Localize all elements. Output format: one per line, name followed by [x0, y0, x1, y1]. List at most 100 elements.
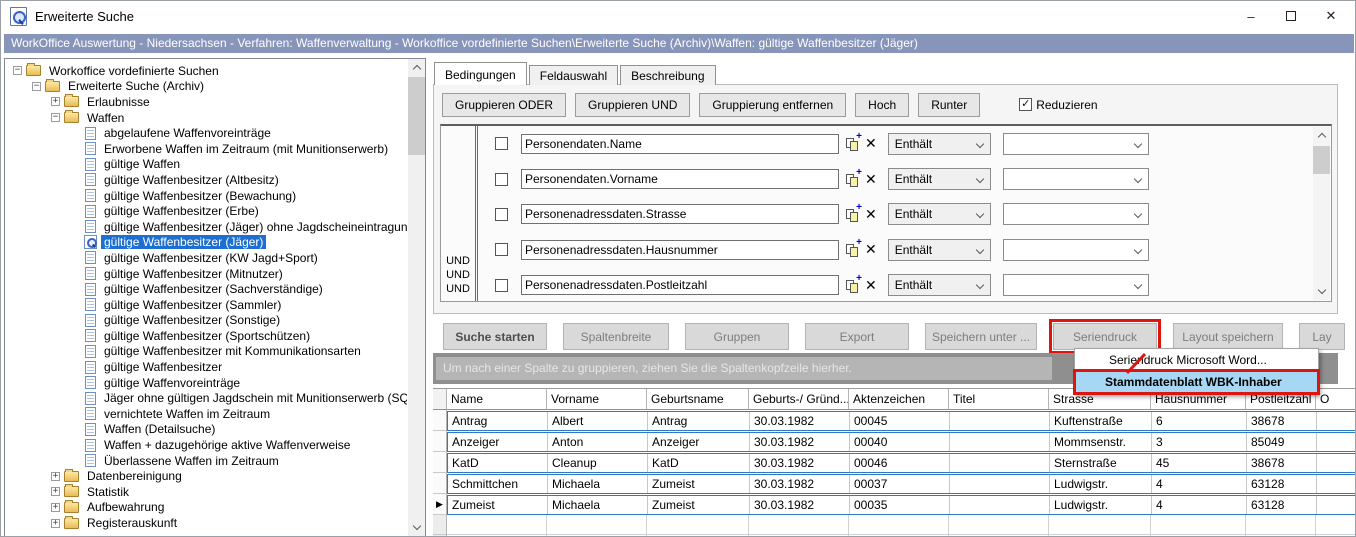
- scroll-up-icon[interactable]: [408, 59, 425, 76]
- tree-item-label[interactable]: gültige Waffenbesitzer (Altbesitz): [101, 173, 282, 187]
- condition-field-input[interactable]: [521, 275, 839, 295]
- tree-item[interactable]: +Datenbereinigung: [5, 468, 407, 484]
- value-select[interactable]: [1003, 168, 1149, 190]
- tree-item[interactable]: +Statistik: [5, 484, 407, 500]
- condition-checkbox[interactable]: [495, 208, 508, 221]
- tree-item[interactable]: gültige Waffenvoreinträge: [5, 375, 407, 391]
- tree-scrollbar[interactable]: [408, 59, 425, 536]
- export-button[interactable]: Export: [805, 323, 909, 350]
- collapse-expander-icon[interactable]: −: [51, 113, 60, 122]
- row-selector-cell[interactable]: [433, 431, 447, 452]
- suche-starten-button[interactable]: Suche starten: [443, 323, 547, 350]
- collapse-expander-icon[interactable]: −: [13, 66, 22, 75]
- tree-item-label[interactable]: gültige Waffenbesitzer (Mitnutzer): [101, 267, 286, 281]
- expand-expander-icon[interactable]: +: [51, 519, 60, 528]
- operator-select[interactable]: Enthält: [888, 274, 991, 296]
- gruppierung-entfernen-button[interactable]: Gruppierung entfernen: [699, 93, 846, 117]
- delete-condition-icon[interactable]: ✕: [865, 135, 877, 152]
- expand-expander-icon[interactable]: +: [51, 503, 60, 512]
- delete-condition-icon[interactable]: ✕: [865, 241, 877, 258]
- condition-checkbox[interactable]: [495, 137, 508, 150]
- tree-item[interactable]: gültige Waffen: [5, 157, 407, 173]
- tree-item-label[interactable]: gültige Waffenbesitzer (Jäger) ohne Jagd…: [101, 220, 407, 234]
- tree-item-label[interactable]: vernichtete Waffen im Zeitraum: [101, 407, 273, 421]
- tab-feldauswahl[interactable]: Feldauswahl: [529, 65, 618, 85]
- column-header[interactable]: O: [1316, 389, 1356, 410]
- runter-button[interactable]: Runter: [918, 93, 980, 117]
- tree-item-label[interactable]: gültige Waffenbesitzer (Sportschützen): [101, 329, 313, 343]
- tree-item-label[interactable]: abgelaufene Waffenvoreinträge: [101, 126, 274, 140]
- delete-condition-icon[interactable]: ✕: [865, 277, 877, 294]
- reduce-checkbox[interactable]: ✓: [1019, 98, 1032, 111]
- seriendruck-button[interactable]: Seriendruck: [1053, 323, 1157, 350]
- add-copy-icon[interactable]: +: [845, 241, 862, 258]
- column-header[interactable]: Geburts-/ Gründ...: [749, 389, 849, 410]
- current-row-marker[interactable]: ▶: [433, 494, 447, 515]
- gruppen-button[interactable]: Gruppen: [685, 323, 789, 350]
- tree-item[interactable]: gültige Waffenbesitzer (Sammler): [5, 297, 407, 313]
- add-copy-icon[interactable]: +: [845, 277, 862, 294]
- collapse-expander-icon[interactable]: −: [32, 82, 41, 91]
- column-header[interactable]: Geburtsname: [647, 389, 749, 410]
- scroll-down-icon[interactable]: [408, 519, 425, 536]
- tree-item-label[interactable]: Waffen + dazugehörige aktive Waffenverwe…: [101, 438, 353, 452]
- operator-select[interactable]: Enthält: [888, 168, 991, 190]
- tree-item[interactable]: gültige Waffenbesitzer (Bewachung): [5, 188, 407, 204]
- tree-item[interactable]: gültige Waffenbesitzer (Jäger): [5, 235, 407, 251]
- value-select[interactable]: [1003, 239, 1149, 261]
- tree-item[interactable]: gültige Waffenbesitzer: [5, 359, 407, 375]
- condition-field-input[interactable]: [521, 134, 839, 154]
- tree-item[interactable]: gültige Waffenbesitzer (Sportschützen): [5, 328, 407, 344]
- lay-button[interactable]: Lay: [1299, 323, 1345, 350]
- tree-item-label[interactable]: Workoffice vordefinierte Suchen: [46, 64, 222, 78]
- condition-checkbox[interactable]: [495, 243, 508, 256]
- add-copy-icon[interactable]: +: [845, 206, 862, 223]
- tree-item-label[interactable]: gültige Waffen: [101, 157, 183, 171]
- tree-item[interactable]: gültige Waffenbesitzer mit Kommunikation…: [5, 344, 407, 360]
- tree-item[interactable]: abgelaufene Waffenvoreinträge: [5, 125, 407, 141]
- tree-item-label[interactable]: gültige Waffenbesitzer (Sachverständige): [101, 282, 326, 296]
- hoch-button[interactable]: Hoch: [855, 93, 909, 117]
- operator-select[interactable]: Enthält: [888, 239, 991, 261]
- tree-item[interactable]: Erworbene Waffen im Zeitraum (mit Muniti…: [5, 141, 407, 157]
- tree-item[interactable]: gültige Waffenbesitzer (Altbesitz): [5, 172, 407, 188]
- expand-expander-icon[interactable]: +: [51, 97, 60, 106]
- operator-select[interactable]: Enthält: [888, 133, 991, 155]
- tree-item[interactable]: −Waffen: [5, 110, 407, 126]
- tree-item-label[interactable]: gültige Waffenbesitzer (Jäger): [101, 235, 266, 249]
- row-selector-cell[interactable]: [433, 452, 447, 473]
- tree-item-label[interactable]: Registerauskunft: [84, 516, 180, 530]
- add-copy-icon[interactable]: +: [845, 171, 862, 188]
- gruppieren-und-button[interactable]: Gruppieren UND: [575, 93, 690, 117]
- tree-item[interactable]: + Erlaubnisse: [5, 94, 407, 110]
- menu-item[interactable]: Seriendruck Microsoft Word...: [1075, 349, 1318, 371]
- conditions-scrollbar[interactable]: [1313, 127, 1330, 300]
- tree-item-label[interactable]: Erlaubnisse: [84, 95, 153, 109]
- scrollbar-thumb[interactable]: [408, 77, 425, 155]
- column-header[interactable]: Titel: [949, 389, 1049, 410]
- scrollbar-thumb[interactable]: [1313, 146, 1330, 174]
- tree-item[interactable]: + Registerauskunft: [5, 515, 407, 531]
- scroll-down-icon[interactable]: [1313, 283, 1330, 300]
- table-row[interactable]: KatDCleanupKatD30.03.198200046Sternstraß…: [433, 452, 1356, 473]
- value-select[interactable]: [1003, 203, 1149, 225]
- tree-item-label[interactable]: gültige Waffenbesitzer (Erbe): [101, 204, 262, 218]
- tree-item[interactable]: Waffen + dazugehörige aktive Waffenverwe…: [5, 437, 407, 453]
- condition-field-input[interactable]: [521, 204, 839, 224]
- gruppieren-oder-button[interactable]: Gruppieren ODER: [442, 93, 566, 117]
- tree-item[interactable]: gültige Waffenbesitzer (Jäger) ohne Jagd…: [5, 219, 407, 235]
- tree-item[interactable]: Überlassene Waffen im Zeitraum: [5, 453, 407, 469]
- tab-bedingungen[interactable]: Bedingungen: [434, 62, 527, 85]
- condition-checkbox[interactable]: [495, 173, 508, 186]
- scroll-up-icon[interactable]: [1313, 127, 1330, 144]
- column-header[interactable]: Name: [447, 389, 547, 410]
- tree-item-label[interactable]: Aufbewahrung: [84, 500, 167, 514]
- tree-item[interactable]: gültige Waffenbesitzer (Sachverständige): [5, 281, 407, 297]
- tree-item-label[interactable]: gültige Waffenbesitzer (Sonstige): [101, 313, 283, 327]
- row-selector-cell[interactable]: [433, 473, 447, 494]
- tree-item-label[interactable]: Waffen (Detailsuche): [101, 422, 218, 436]
- tree-item-label[interactable]: gültige Waffenbesitzer: [101, 360, 225, 374]
- expand-expander-icon[interactable]: +: [51, 472, 60, 481]
- delete-condition-icon[interactable]: ✕: [865, 206, 877, 223]
- tree-item[interactable]: gültige Waffenbesitzer (Mitnutzer): [5, 266, 407, 282]
